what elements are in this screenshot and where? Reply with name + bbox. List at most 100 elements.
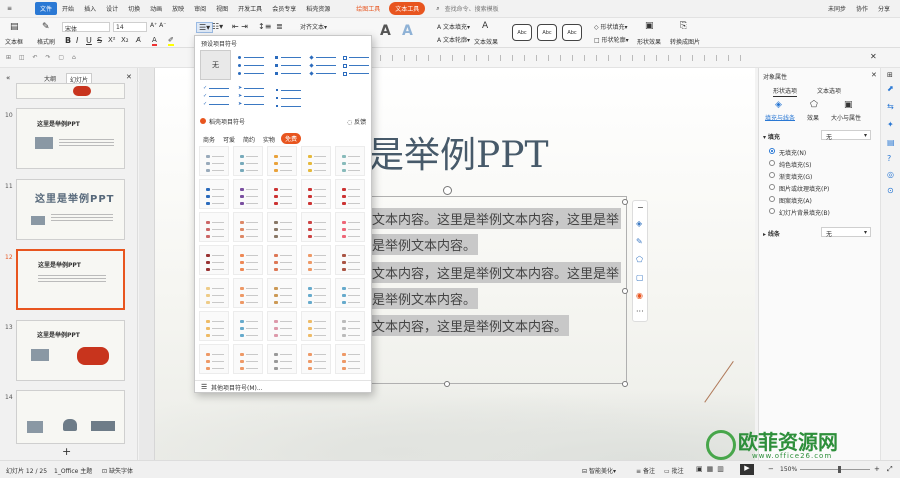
highlight-button[interactable]: ✐ bbox=[168, 36, 174, 46]
bullet-option[interactable] bbox=[335, 311, 365, 341]
rotate-handle[interactable] bbox=[443, 186, 452, 195]
pane-close-icon[interactable]: ✕ bbox=[126, 73, 132, 81]
sync-button[interactable]: 未同步 bbox=[828, 4, 846, 13]
line-section-toggle[interactable]: ▸ 线条 bbox=[763, 229, 780, 238]
tab-shape-options[interactable]: 形状选项 bbox=[773, 86, 798, 97]
search-command[interactable]: 查找命令、搜索模板 bbox=[445, 4, 504, 13]
bullet-option[interactable] bbox=[301, 245, 331, 275]
template-icon[interactable]: ▤ bbox=[887, 138, 895, 147]
textbox-icon[interactable]: ▤ bbox=[10, 22, 19, 32]
bullet-option[interactable] bbox=[199, 344, 229, 374]
radio-slide-bg-fill[interactable] bbox=[769, 208, 775, 214]
bullet-list-button[interactable]: ☰▾ bbox=[196, 22, 214, 33]
convert-picture-icon[interactable]: ⎘ bbox=[680, 21, 687, 31]
radio-pattern-fill[interactable] bbox=[769, 196, 775, 202]
slide-thumbnail-13[interactable]: 这里是举例PPT bbox=[16, 320, 125, 381]
tab-free[interactable]: 免费 bbox=[281, 133, 302, 144]
bullet-option[interactable] bbox=[233, 311, 263, 341]
bullet-option[interactable] bbox=[301, 311, 331, 341]
bullet-option[interactable] bbox=[199, 146, 229, 176]
text-effect-icon[interactable]: A bbox=[482, 21, 488, 31]
bullet-option[interactable] bbox=[267, 146, 297, 176]
underline-button[interactable]: U bbox=[86, 36, 92, 45]
bullet-preset-check[interactable]: ✓ ✓ ✓ bbox=[200, 83, 235, 113]
slide-thumbnail-10[interactable]: 这里是举例PPT bbox=[16, 108, 125, 169]
pane-close-icon[interactable]: ✕ bbox=[871, 71, 877, 79]
subtab-size[interactable]: 大小与属性 bbox=[831, 113, 861, 122]
bullet-option[interactable] bbox=[335, 245, 365, 275]
menu-home[interactable]: 开始 bbox=[57, 4, 79, 13]
animation-icon[interactable]: ◎ bbox=[887, 170, 894, 179]
slide-thumbnail-9[interactable] bbox=[16, 83, 125, 99]
menu-view[interactable]: 视图 bbox=[211, 4, 233, 13]
align-text-button[interactable]: 对齐文本▾ bbox=[300, 22, 327, 31]
fill-line-icon[interactable]: ◈ bbox=[775, 100, 782, 110]
fit-icon[interactable]: ⤢ bbox=[887, 465, 893, 474]
line-spacing-icon[interactable]: ↕≡ bbox=[258, 22, 271, 31]
menu-file[interactable]: 文件 bbox=[35, 2, 58, 15]
bullet-option[interactable] bbox=[267, 212, 297, 242]
bullet-option[interactable] bbox=[199, 212, 229, 242]
option-slide-bg-fill[interactable]: 幻灯片背景填充(B) bbox=[779, 208, 830, 217]
location-icon[interactable]: ⊙ bbox=[887, 186, 894, 195]
text-outline-button[interactable]: A 文本轮廓▾ bbox=[437, 35, 470, 44]
bullet-option[interactable] bbox=[233, 212, 263, 242]
resize-handle[interactable] bbox=[622, 199, 628, 205]
slide-thumbnail-11[interactable]: 这里是举例PPT bbox=[16, 179, 125, 240]
bullet-option[interactable] bbox=[335, 212, 365, 242]
resize-handle[interactable] bbox=[444, 381, 450, 387]
resize-handle[interactable] bbox=[622, 288, 628, 294]
line-select[interactable]: 无 ▾ bbox=[821, 227, 871, 238]
menu-developer[interactable]: 开发工具 bbox=[233, 4, 267, 13]
font-style-a1[interactable]: A bbox=[380, 23, 391, 39]
bullet-option[interactable] bbox=[301, 278, 331, 308]
tab-object[interactable]: 实物 bbox=[263, 135, 275, 144]
zoom-level[interactable]: 150% bbox=[780, 466, 797, 473]
strikethrough-button[interactable]: S bbox=[97, 36, 102, 45]
bullet-option[interactable] bbox=[335, 344, 365, 374]
more-bullets-link[interactable]: 其他项目符号(M)... bbox=[211, 383, 263, 392]
select-icon[interactable]: ⬈ bbox=[887, 84, 894, 93]
zoom-out-icon[interactable]: − bbox=[768, 465, 774, 473]
menu-design[interactable]: 设计 bbox=[101, 4, 123, 13]
bullet-option[interactable] bbox=[233, 245, 263, 275]
bullet-option[interactable] bbox=[233, 179, 263, 209]
effects-icon[interactable]: ⬠ bbox=[810, 100, 818, 110]
option-pattern-fill[interactable]: 图案填充(A) bbox=[779, 196, 812, 205]
layers-icon[interactable]: ◈ bbox=[636, 219, 642, 228]
bullet-option[interactable] bbox=[233, 278, 263, 308]
bullet-preset-square[interactable] bbox=[272, 50, 307, 80]
slide-thumbnail-12[interactable]: 这里是举例PPT bbox=[16, 249, 125, 310]
bulb-icon[interactable]: ◉ bbox=[636, 291, 643, 300]
search-icon[interactable]: ⌕ bbox=[431, 5, 444, 13]
indent-icon[interactable]: ⇤ ⇥ bbox=[232, 22, 248, 31]
bullet-preset-circle[interactable] bbox=[235, 50, 270, 80]
font-style-a2[interactable]: A bbox=[402, 23, 413, 39]
radio-solid-fill[interactable] bbox=[769, 160, 775, 166]
hamburger-icon[interactable]: ≡ bbox=[2, 5, 17, 12]
option-no-fill[interactable]: 无填充(N) bbox=[779, 148, 806, 157]
clear-format-icon[interactable]: A̸ bbox=[136, 36, 141, 44]
option-solid-fill[interactable]: 纯色填充(S) bbox=[779, 160, 812, 169]
bullet-option[interactable] bbox=[199, 179, 229, 209]
size-props-icon[interactable]: ▣ bbox=[844, 100, 853, 110]
option-picture-fill[interactable]: 图片或纹理填充(P) bbox=[779, 184, 829, 193]
bullet-option[interactable] bbox=[267, 179, 297, 209]
feedback-link[interactable]: ◌ 反馈 bbox=[347, 117, 366, 126]
option-gradient-fill[interactable]: 渐变填充(G) bbox=[779, 172, 812, 181]
share-button[interactable]: 分享 bbox=[878, 4, 890, 13]
tab-simple[interactable]: 简约 bbox=[243, 135, 255, 144]
pen-icon[interactable]: ✎ bbox=[636, 237, 643, 246]
format-painter-icon[interactable]: ✎ bbox=[42, 22, 50, 32]
menu-transition[interactable]: 切换 bbox=[123, 4, 145, 13]
text-fill-button[interactable]: A 文本填充▾ bbox=[437, 22, 470, 31]
bullet-preset-hollow-square[interactable] bbox=[340, 50, 375, 80]
bullet-option[interactable] bbox=[301, 179, 331, 209]
shape-style-3[interactable]: Abc bbox=[562, 24, 582, 41]
bullet-preset-small-dot[interactable] bbox=[272, 83, 307, 113]
tab-text-options[interactable]: 文本选项 bbox=[817, 86, 841, 95]
pin-icon[interactable]: ⊞ bbox=[887, 71, 893, 79]
shape-outline-button[interactable]: □ 形状轮廓▾ bbox=[594, 35, 629, 44]
smart-beautify-button[interactable]: ⊟ 智能美化▾ bbox=[582, 466, 616, 475]
radio-picture-fill[interactable] bbox=[769, 184, 775, 190]
